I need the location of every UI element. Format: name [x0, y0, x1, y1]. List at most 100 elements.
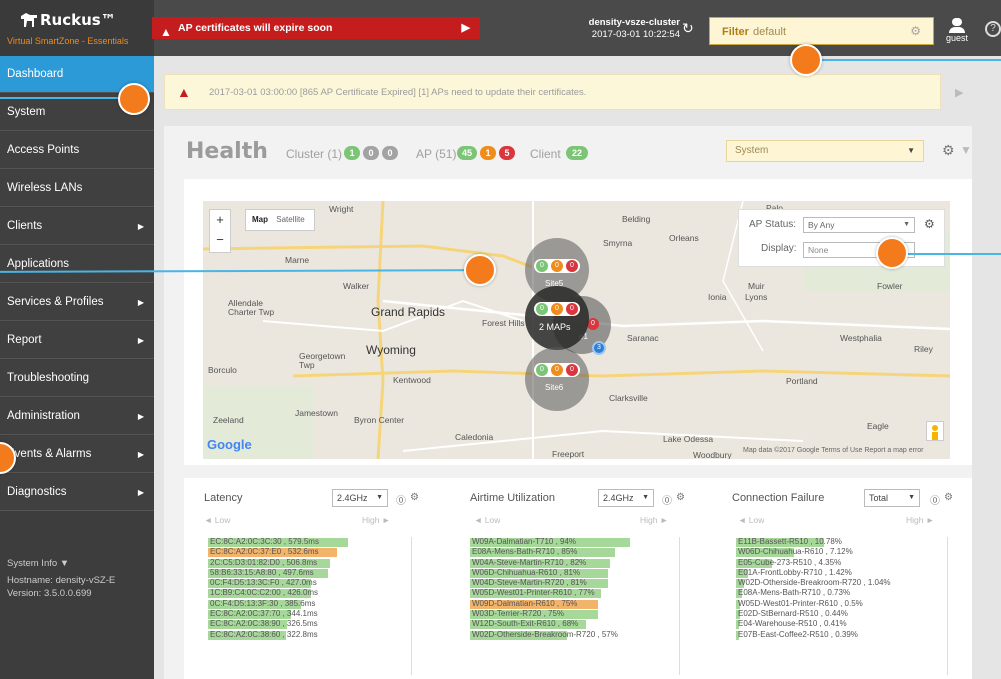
client-count-badge[interactable]: 22 — [566, 146, 588, 160]
airtime-band-select[interactable]: 2.4GHz ▼ — [598, 489, 654, 507]
connfail-type-select[interactable]: Total ▼ — [864, 489, 920, 507]
connfail-row[interactable]: W02D-Otherside-Breakroom-R720 , 1.04% — [736, 578, 956, 589]
sidebar-item-administration[interactable]: Administration ▶ — [0, 398, 154, 435]
health-settings-gear-icon[interactable]: ⚙ — [942, 142, 955, 159]
connfail-row-label: E01A-FrontLobby-R710 , 1.42% — [738, 567, 852, 577]
cluster-flagged-badge[interactable]: 0 — [363, 146, 379, 160]
connfail-gear-icon[interactable]: ⚙ — [944, 492, 953, 503]
connfail-row[interactable]: E05-Cube-273-R510 , 4.35% — [736, 558, 956, 568]
map-city-label: Allendale Charter Twp — [228, 298, 275, 317]
latency-row[interactable]: 1C:B9:C4:0C:C2:00 , 426.0ms — [208, 588, 428, 599]
airtime-row[interactable]: W04D-Steve-Martin-R720 , 81% — [470, 578, 690, 589]
sidebar-item-applications[interactable]: Applications — [0, 246, 154, 283]
site-flagged-badge: 0 — [551, 303, 563, 315]
street-view-pegman-icon[interactable] — [926, 421, 944, 441]
zoom-in-button[interactable]: + — [210, 210, 230, 230]
map-view-button[interactable]: Map — [252, 215, 268, 224]
ap-flagged-badge[interactable]: 1 — [480, 146, 496, 160]
latency-row-label: 0C:F4:D5:13:3C:F0 , 427.0ms — [210, 578, 317, 588]
notice-next-icon[interactable]: ▶ — [955, 86, 963, 99]
connfail-row[interactable]: E01A-FrontLobby-R710 , 1.42% — [736, 568, 956, 578]
ap-status-select[interactable]: By Any ▼ — [803, 217, 915, 233]
sidebar-item-clients[interactable]: Clients ▶ — [0, 208, 154, 245]
airtime-row[interactable]: E08A-Mens-Bath-R710 , 85% — [470, 547, 690, 558]
latency-row[interactable]: 0C:F4:D5:13:3F:30 , 385.6ms — [208, 599, 428, 609]
ap-online-badge[interactable]: 45 — [457, 146, 477, 160]
site6-cluster-marker[interactable]: 0 0 0 Site6 — [525, 347, 589, 411]
sidebar-item-events-alarms[interactable]: Events & Alarms ▶ — [0, 436, 154, 473]
sidebar-item-wireless-lans[interactable]: Wireless LANs — [0, 170, 154, 207]
filter-box[interactable]: Filter default ⚙ — [709, 17, 934, 45]
connfail-row[interactable]: W06D-Chihuahua-R610 , 7.12% — [736, 547, 956, 558]
connfail-row[interactable]: W05D-West01-Printer-R610 , 0.5% — [736, 599, 956, 609]
help-icon[interactable]: ? — [985, 21, 1001, 37]
brand-logo[interactable]: Ruckus™ Virtual SmartZone - Essentials — [0, 0, 154, 56]
map-settings-gear-icon[interactable]: ⚙ — [924, 217, 935, 231]
main-content: ▲ 2017-03-01 03:00:00 [865 AP Certificat… — [154, 56, 1001, 679]
system-info-toggle[interactable]: System Info ▼ — [7, 557, 115, 570]
latency-gear-icon[interactable]: ⚙ — [410, 492, 419, 503]
map-city-label: Smyrna — [603, 238, 633, 248]
latency-row[interactable]: EC:8C:A2:0C:3C:30 , 579.5ms — [208, 537, 428, 547]
latency-row[interactable]: 0C:F4:D5:13:3C:F0 , 427.0ms — [208, 578, 428, 589]
connfail-row[interactable]: E08A-Mens-Bath-R710 , 0.73% — [736, 588, 956, 599]
sidebar-item-troubleshooting[interactable]: Troubleshooting — [0, 360, 154, 397]
connfail-row[interactable]: E07B-East-Coffee2-R510 , 0.39% — [736, 630, 956, 640]
airtime-row[interactable]: W02D-Otherside-Breakroom-R720 , 57% — [470, 630, 690, 640]
connfail-help-icon[interactable]: ⓪ — [930, 492, 940, 507]
airtime-gear-icon[interactable]: ⚙ — [676, 492, 685, 503]
certificate-alert-banner[interactable]: ▲ AP certificates will expire soon ▶ — [152, 17, 480, 39]
latency-row[interactable]: 2C:C5:D3:01:82:D0 , 506.8ms — [208, 558, 428, 568]
latency-row[interactable]: 58:B6:33:15:A8:80 , 497.6ms — [208, 568, 428, 578]
zoom-controls: + − — [209, 209, 231, 253]
connfail-bar-list: E11B-Bassett-R510 , 10.78% W06D-Chihuahua… — [736, 537, 956, 640]
play-arrow-icon[interactable]: ▶ — [462, 17, 470, 39]
latency-help-icon[interactable]: ⓪ — [396, 492, 406, 507]
airtime-row[interactable]: W05D-West01-Printer-R610 , 77% — [470, 588, 690, 599]
map-attribution[interactable]: Map data ©2017 Google Terms of Use Repor… — [743, 447, 924, 454]
two-maps-cluster-marker[interactable]: 0 0 0 2 MAPs — [525, 286, 589, 350]
airtime-row[interactable]: W06D-Chihuahua-R610 , 81% — [470, 568, 690, 578]
map-city-label: Westphalia — [840, 333, 882, 343]
sidebar-item-report[interactable]: Report ▶ — [0, 322, 154, 359]
airtime-row[interactable]: W09A-Dalmatian-T710 , 94% — [470, 537, 690, 547]
latency-band-select[interactable]: 2.4GHz ▼ — [332, 489, 388, 507]
connfail-row[interactable]: E02D-StBernard-R510 , 0.44% — [736, 609, 956, 620]
airtime-row-label: W12D-South-Exit-R610 , 68% — [472, 619, 579, 629]
ap-map[interactable]: Grand Rapids Wyoming Kentwood Walker Mar… — [203, 201, 950, 459]
connfail-type-value: Total — [869, 493, 889, 503]
scope-dropdown[interactable]: System ▼ — [726, 140, 924, 162]
latency-row[interactable]: EC:8C:A2:0C:38:60 , 322.8ms — [208, 630, 428, 640]
latency-row-label: 1C:B9:C4:0C:C2:00 , 426.0ms — [210, 588, 319, 598]
sidebar-item-access-points[interactable]: Access Points — [0, 132, 154, 169]
latency-row-label: EC:8C:A2:0C:3C:30 , 579.5ms — [210, 537, 319, 546]
airtime-row[interactable]: W03D-Terrier-R720 , 75% — [470, 609, 690, 620]
cluster-offline-badge[interactable]: 0 — [382, 146, 398, 160]
airtime-row[interactable]: W12D-South-Exit-R610 , 68% — [470, 619, 690, 630]
latency-row[interactable]: EC:8C:A2:0C:38:90 , 326.5ms — [208, 619, 428, 630]
connfail-row[interactable]: E11B-Bassett-R510 , 10.78% — [736, 537, 956, 547]
satellite-view-button[interactable]: Satellite — [276, 215, 304, 224]
chevron-right-icon: ▶ — [137, 336, 144, 345]
refresh-icon[interactable]: ↻ — [682, 20, 694, 37]
connfail-row[interactable]: E04-Warehouse-R510 , 0.41% — [736, 619, 956, 630]
collapse-triangle-icon[interactable]: ▼ — [960, 143, 972, 157]
sidebar-item-services-profiles[interactable]: Services & Profiles ▶ — [0, 284, 154, 321]
airtime-row[interactable]: W09D-Dalmatian-R610 , 75% — [470, 599, 690, 609]
ap-location-marker[interactable]: 3 — [592, 341, 606, 355]
user-menu[interactable]: guest — [946, 18, 968, 43]
zoom-out-button[interactable]: − — [210, 230, 230, 250]
filter-value: default — [753, 26, 787, 38]
callout-line — [0, 97, 130, 99]
airtime-row[interactable]: W04A-Steve-Martin-R710 , 82% — [470, 558, 690, 568]
cluster-online-badge[interactable]: 1 — [344, 146, 360, 160]
latency-row[interactable]: EC:8C:A2:0C:37:70 , 344.1ms — [208, 609, 428, 620]
latency-row[interactable]: EC:8C:A2:0C:37:E0 , 532.6ms — [208, 547, 428, 558]
site-flagged-badge: 0 — [551, 260, 563, 272]
sidebar-item-diagnostics[interactable]: Diagnostics ▶ — [0, 474, 154, 511]
filter-gear-icon[interactable]: ⚙ — [910, 24, 921, 38]
airtime-help-icon[interactable]: ⓪ — [662, 492, 672, 507]
ap-offline-badge[interactable]: 5 — [499, 146, 515, 160]
alarm-notice[interactable]: ▲ 2017-03-01 03:00:00 [865 AP Certificat… — [164, 74, 941, 110]
map-city-label: Wyoming — [366, 343, 416, 357]
